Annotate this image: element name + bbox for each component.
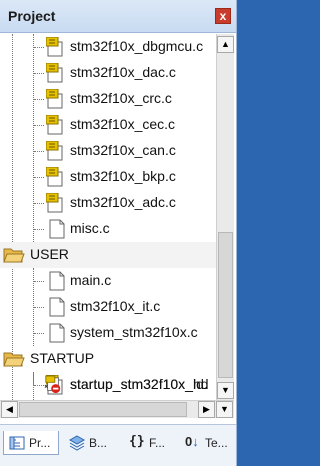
panel-tabs: Pr... B... {} F... 0↓ Te...	[0, 424, 236, 466]
tree-item-label: stm32f10x_crc.c	[70, 90, 172, 106]
project-panel: Project x stm32f10x_dbgmcu.c stm32f10x_d…	[0, 0, 237, 466]
project-tree: stm32f10x_dbgmcu.c stm32f10x_dac.c stm32…	[0, 34, 216, 400]
c-file-icon	[46, 193, 63, 213]
tree-item-file[interactable]: stm32f10x_crc.c	[0, 86, 216, 112]
tree-item-file[interactable]: stm32f10x_adc.c	[0, 190, 216, 216]
tree-item-label: system_stm32f10x.c	[70, 324, 198, 340]
tree-item-label: misc.c	[70, 220, 110, 236]
tab-label: Pr...	[29, 436, 51, 450]
excluded-file-icon	[44, 375, 61, 394]
tab-label: F...	[149, 436, 166, 450]
tree-guide-line	[33, 372, 34, 385]
c-file-icon	[46, 167, 63, 187]
tree-item-label: stm32f10x_dac.c	[70, 64, 176, 80]
vertical-scroll-thumb[interactable]	[218, 232, 233, 378]
tree-item-file[interactable]: stm32f10x_it.c	[0, 294, 216, 320]
tree-item-label: stm32f10x_can.c	[70, 142, 176, 158]
panel-titlebar: Project x	[0, 0, 236, 33]
c-file-icon	[46, 37, 63, 57]
scroll-down-button-corner[interactable]: ▼	[216, 401, 233, 418]
scroll-up-button[interactable]: ▲	[217, 36, 234, 53]
c-file-icon	[46, 141, 63, 161]
tree-connector	[34, 73, 44, 74]
tree-folder-label: USER	[30, 246, 69, 262]
tree-item-label: stm32f10x_it.c	[70, 298, 161, 314]
horizontal-scroll-thumb[interactable]	[19, 402, 187, 417]
folder-open-icon	[3, 352, 25, 367]
tree-connector	[34, 47, 44, 48]
tree-item-file[interactable]: main.c	[0, 268, 216, 294]
tree-connector	[34, 99, 44, 100]
tree-connector	[34, 385, 44, 386]
vertical-scrollbar[interactable]: ▲ ▼	[216, 34, 234, 400]
file-icon	[49, 297, 65, 317]
tree-connector	[34, 203, 44, 204]
file-icon	[49, 219, 65, 239]
tree-item-folder-startup[interactable]: STARTUP	[0, 346, 216, 372]
tab-templates[interactable]: 0↓ Te...	[180, 431, 234, 455]
tree-connector	[34, 151, 44, 152]
tree-item-file[interactable]: stm32f10x_bkp.c	[0, 164, 216, 190]
tree-item-label: startup_stm32f10x_ld.	[70, 376, 208, 392]
tree-item-file[interactable]: system_stm32f10x.c	[0, 320, 216, 346]
tree-item-label: stm32f10x_dbgmcu.c	[70, 38, 204, 54]
tab-label: B...	[89, 436, 108, 450]
tree-connector	[34, 281, 44, 282]
tree-item-label: stm32f10x_cec.c	[70, 116, 176, 132]
panel-title: Project	[8, 8, 56, 24]
tree-item-file[interactable]: stm32f10x_cec.c	[0, 112, 216, 138]
tree-item-label: main.c	[70, 272, 112, 288]
close-button[interactable]: x	[215, 8, 231, 24]
c-file-icon	[46, 63, 63, 83]
tree-item-file[interactable]: stm32f10x_dac.c	[0, 60, 216, 86]
templates-icon: 0↓	[185, 434, 199, 449]
c-file-icon	[46, 89, 63, 109]
tree-folder-label: STARTUP	[30, 350, 95, 366]
tree-connector	[34, 333, 44, 334]
tree-item-file[interactable]: stm32f10x_dbgmcu.c	[0, 34, 216, 60]
project-icon	[9, 436, 25, 450]
tree-connector	[34, 177, 44, 178]
tab-functions[interactable]: {} F...	[124, 431, 176, 455]
file-icon	[49, 271, 65, 291]
tree-item-file-excluded[interactable]: startup_stm32f10x_ld.	[0, 372, 216, 398]
scroll-down-button[interactable]: ▼	[217, 382, 234, 399]
tree-item-label: stm32f10x_adc.c	[70, 194, 176, 210]
horizontal-scrollbar[interactable]: ◀ ▶ ▼	[0, 400, 234, 418]
folder-open-icon	[3, 248, 25, 263]
tree-item-folder-user[interactable]: USER	[0, 242, 216, 268]
tree-connector	[34, 125, 44, 126]
tree-item-file[interactable]: stm32f10x_can.c	[0, 138, 216, 164]
tab-project[interactable]: Pr...	[3, 431, 59, 455]
books-icon	[69, 435, 85, 451]
tree-item-file[interactable]: misc.c	[0, 216, 216, 242]
tab-label: Te...	[205, 436, 228, 450]
functions-icon: {}	[129, 434, 145, 449]
tree-connector	[34, 307, 44, 308]
tree-connector	[34, 229, 44, 230]
tree-item-label: stm32f10x_bkp.c	[70, 168, 176, 184]
file-icon	[49, 323, 65, 343]
scroll-left-button[interactable]: ◀	[1, 401, 18, 418]
c-file-icon	[46, 115, 63, 135]
tab-books[interactable]: B...	[64, 431, 120, 455]
scroll-right-button[interactable]: ▶	[198, 401, 215, 418]
